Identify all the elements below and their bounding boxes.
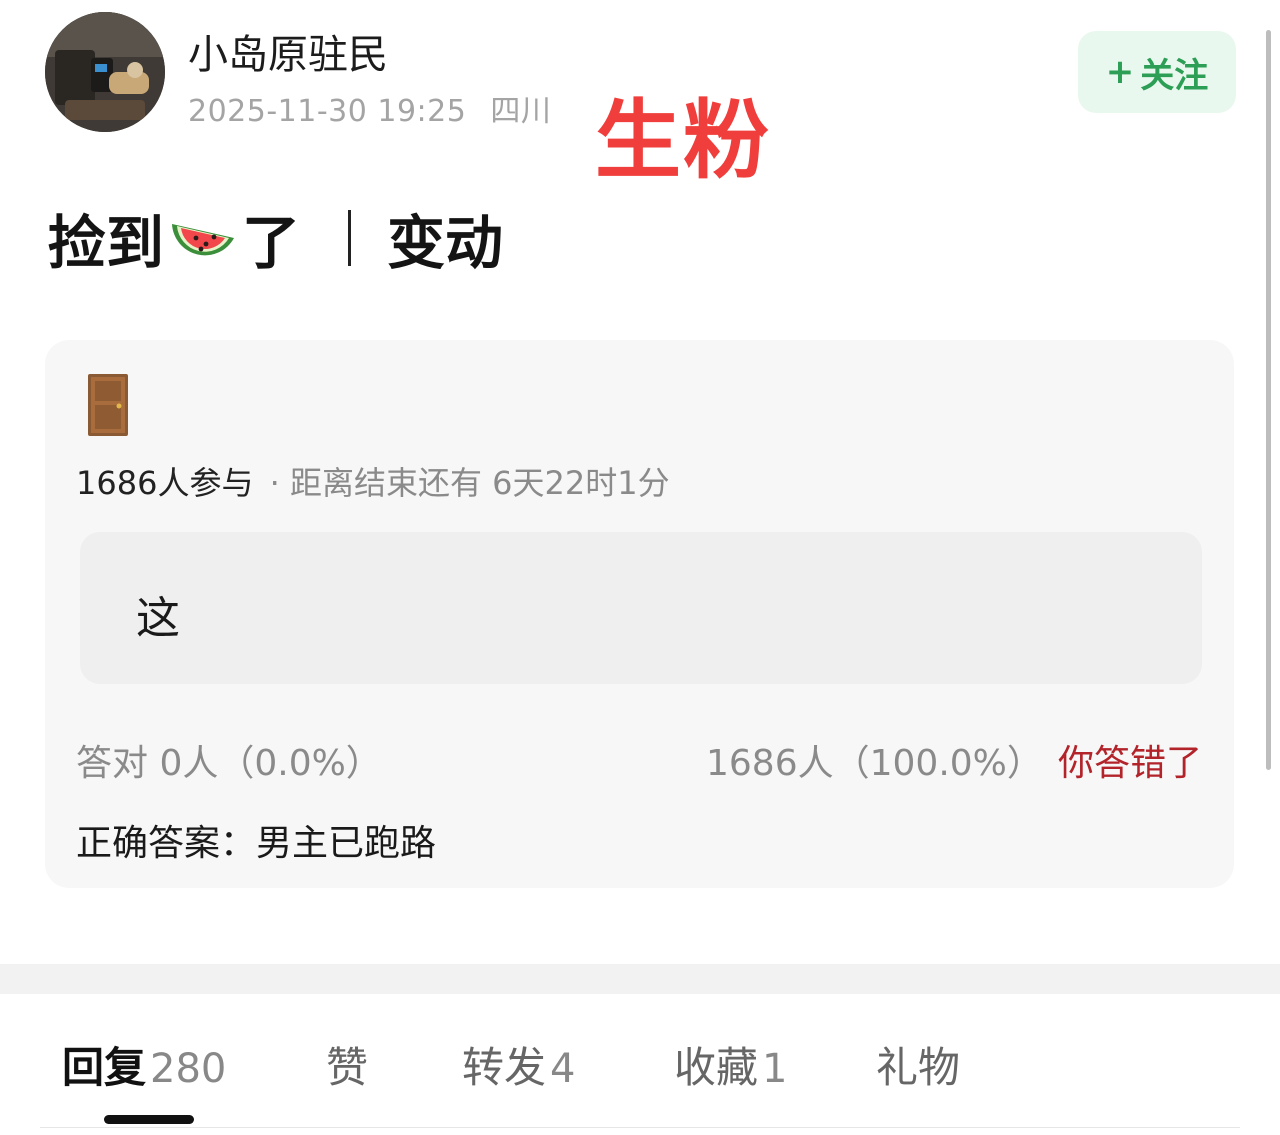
tabs-divider bbox=[40, 1127, 1240, 1128]
tab-label: 回复 bbox=[62, 1043, 147, 1092]
title-tag: 变动 bbox=[387, 209, 504, 277]
tab-count: 4 bbox=[550, 1046, 576, 1092]
correct-stat: 答对 0人（0.0%） bbox=[76, 743, 382, 784]
avatar-image bbox=[45, 12, 165, 132]
title-divider bbox=[348, 210, 352, 266]
tab-label: 礼物 bbox=[876, 1043, 961, 1092]
post-title: 捡到 了 变动 bbox=[48, 196, 503, 280]
watermelon-icon bbox=[168, 208, 238, 268]
door-icon bbox=[88, 374, 128, 436]
follow-label: 关注 bbox=[1140, 55, 1209, 96]
tab-label: 转发 bbox=[462, 1043, 547, 1092]
tab-label: 赞 bbox=[326, 1043, 369, 1092]
title-text-after: 了 bbox=[242, 209, 301, 277]
plus-icon: + bbox=[1105, 52, 1135, 92]
avatar[interactable] bbox=[45, 12, 165, 132]
title-text-before: 捡到 bbox=[48, 209, 165, 277]
quiz-option-text: 这 bbox=[136, 593, 180, 644]
scrollbar[interactable] bbox=[1266, 30, 1271, 770]
tab-reposts[interactable]: 转发 4 bbox=[462, 1034, 575, 1095]
tab-count: 280 bbox=[150, 1046, 227, 1092]
tab-likes[interactable]: 赞 bbox=[326, 1034, 368, 1095]
correct-answer: 正确答案：男主已跑路 bbox=[76, 814, 436, 866]
correct-answer-value: 男主已跑路 bbox=[256, 823, 437, 864]
tab-label: 收藏 bbox=[674, 1043, 759, 1092]
post-meta: 2025-11-30 19:25 四川 bbox=[188, 86, 551, 130]
quiz-countdown: · 距离结束还有 6天22时1分 bbox=[269, 464, 670, 502]
post-location: 四川 bbox=[490, 94, 552, 129]
tab-favorites[interactable]: 收藏 1 bbox=[674, 1034, 787, 1095]
author-name[interactable]: 小岛原驻民 bbox=[188, 22, 388, 80]
tab-gifts[interactable]: 礼物 bbox=[876, 1034, 960, 1095]
correct-answer-label: 正确答案： bbox=[76, 823, 257, 864]
follow-button[interactable]: + 关注 bbox=[1078, 31, 1236, 113]
tab-replies[interactable]: 回复 280 bbox=[62, 1034, 226, 1095]
wrong-answer-badge: 你答错了 bbox=[1058, 743, 1203, 784]
wrong-stat: 1686人（100.0%） bbox=[706, 743, 1043, 784]
quiz-option[interactable] bbox=[80, 532, 1202, 684]
participant-count: 1686人参与 bbox=[76, 464, 254, 502]
active-tab-indicator bbox=[104, 1115, 194, 1124]
overlay-label: 生粉 bbox=[595, 91, 771, 191]
post-timestamp: 2025-11-30 19:25 bbox=[188, 94, 467, 129]
quiz-stats: 1686人参与 · 距离结束还有 6天22时1分 bbox=[76, 458, 670, 504]
section-separator bbox=[0, 964, 1280, 994]
tab-count: 1 bbox=[762, 1046, 788, 1092]
